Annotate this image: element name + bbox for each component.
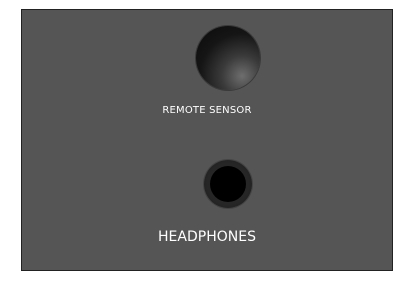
remote-sensor-label: REMOTE SENSOR <box>162 105 252 116</box>
device-front-panel: REMOTE SENSOR HEADPHONES <box>21 9 393 271</box>
headphone-jack-icon[interactable] <box>210 166 246 202</box>
headphones-label: HEADPHONES <box>158 229 256 245</box>
remote-sensor-icon <box>196 26 260 90</box>
